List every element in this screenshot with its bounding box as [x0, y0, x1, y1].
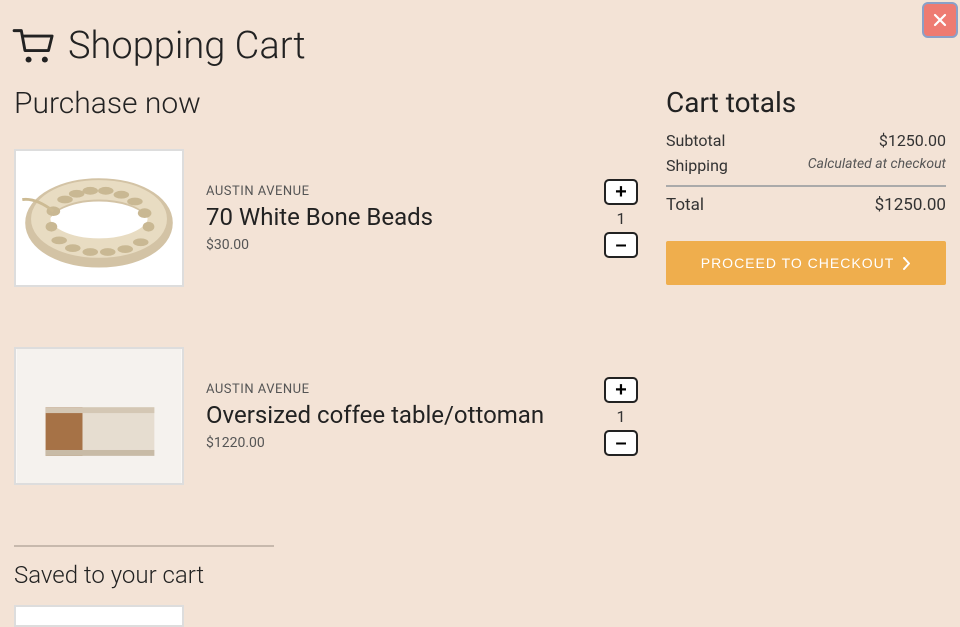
total-label: Total: [666, 195, 704, 215]
cart-item: AUSTIN AVENUE 70 White Bone Beads $30.00…: [14, 149, 638, 287]
qty-increase-button[interactable]: +: [604, 179, 638, 205]
purchase-section: Purchase now: [14, 80, 638, 627]
qty-decrease-button[interactable]: –: [604, 430, 638, 456]
chevron-right-icon: [902, 257, 911, 270]
subtotal-value: $1250.00: [879, 131, 946, 150]
product-brand: AUSTIN AVENUE: [206, 382, 582, 397]
product-price: $1220.00: [206, 435, 582, 451]
checkout-label: PROCEED TO CHECKOUT: [701, 255, 895, 271]
product-name: 70 White Bone Beads: [206, 203, 582, 231]
checkout-button[interactable]: PROCEED TO CHECKOUT: [666, 241, 946, 285]
saved-heading: Saved to your cart: [14, 561, 638, 589]
close-icon: [932, 12, 948, 28]
product-price: $30.00: [206, 237, 582, 253]
qty-increase-button[interactable]: +: [604, 377, 638, 403]
subtotal-label: Subtotal: [666, 131, 725, 150]
cart-totals-section: Cart totals Subtotal $1250.00 Shipping C…: [666, 80, 946, 627]
product-image: [14, 149, 184, 287]
saved-section: Saved to your cart: [14, 545, 638, 627]
totals-title: Cart totals: [666, 86, 946, 119]
shipping-label: Shipping: [666, 156, 728, 175]
saved-product-image: [14, 605, 184, 627]
purchase-heading: Purchase now: [14, 86, 638, 121]
divider: [14, 545, 274, 547]
page-title: Shopping Cart: [68, 24, 306, 68]
close-button[interactable]: [922, 2, 958, 38]
cart-item: AUSTIN AVENUE Oversized coffee table/ott…: [14, 347, 638, 485]
total-value: $1250.00: [875, 195, 946, 215]
divider: [666, 185, 946, 187]
qty-value: 1: [611, 407, 631, 426]
product-brand: AUSTIN AVENUE: [206, 184, 582, 199]
shipping-value: Calculated at checkout: [808, 156, 946, 175]
qty-value: 1: [611, 209, 631, 228]
qty-decrease-button[interactable]: –: [604, 232, 638, 258]
cart-icon: [12, 27, 56, 65]
product-image: [14, 347, 184, 485]
product-name: Oversized coffee table/ottoman: [206, 401, 582, 429]
